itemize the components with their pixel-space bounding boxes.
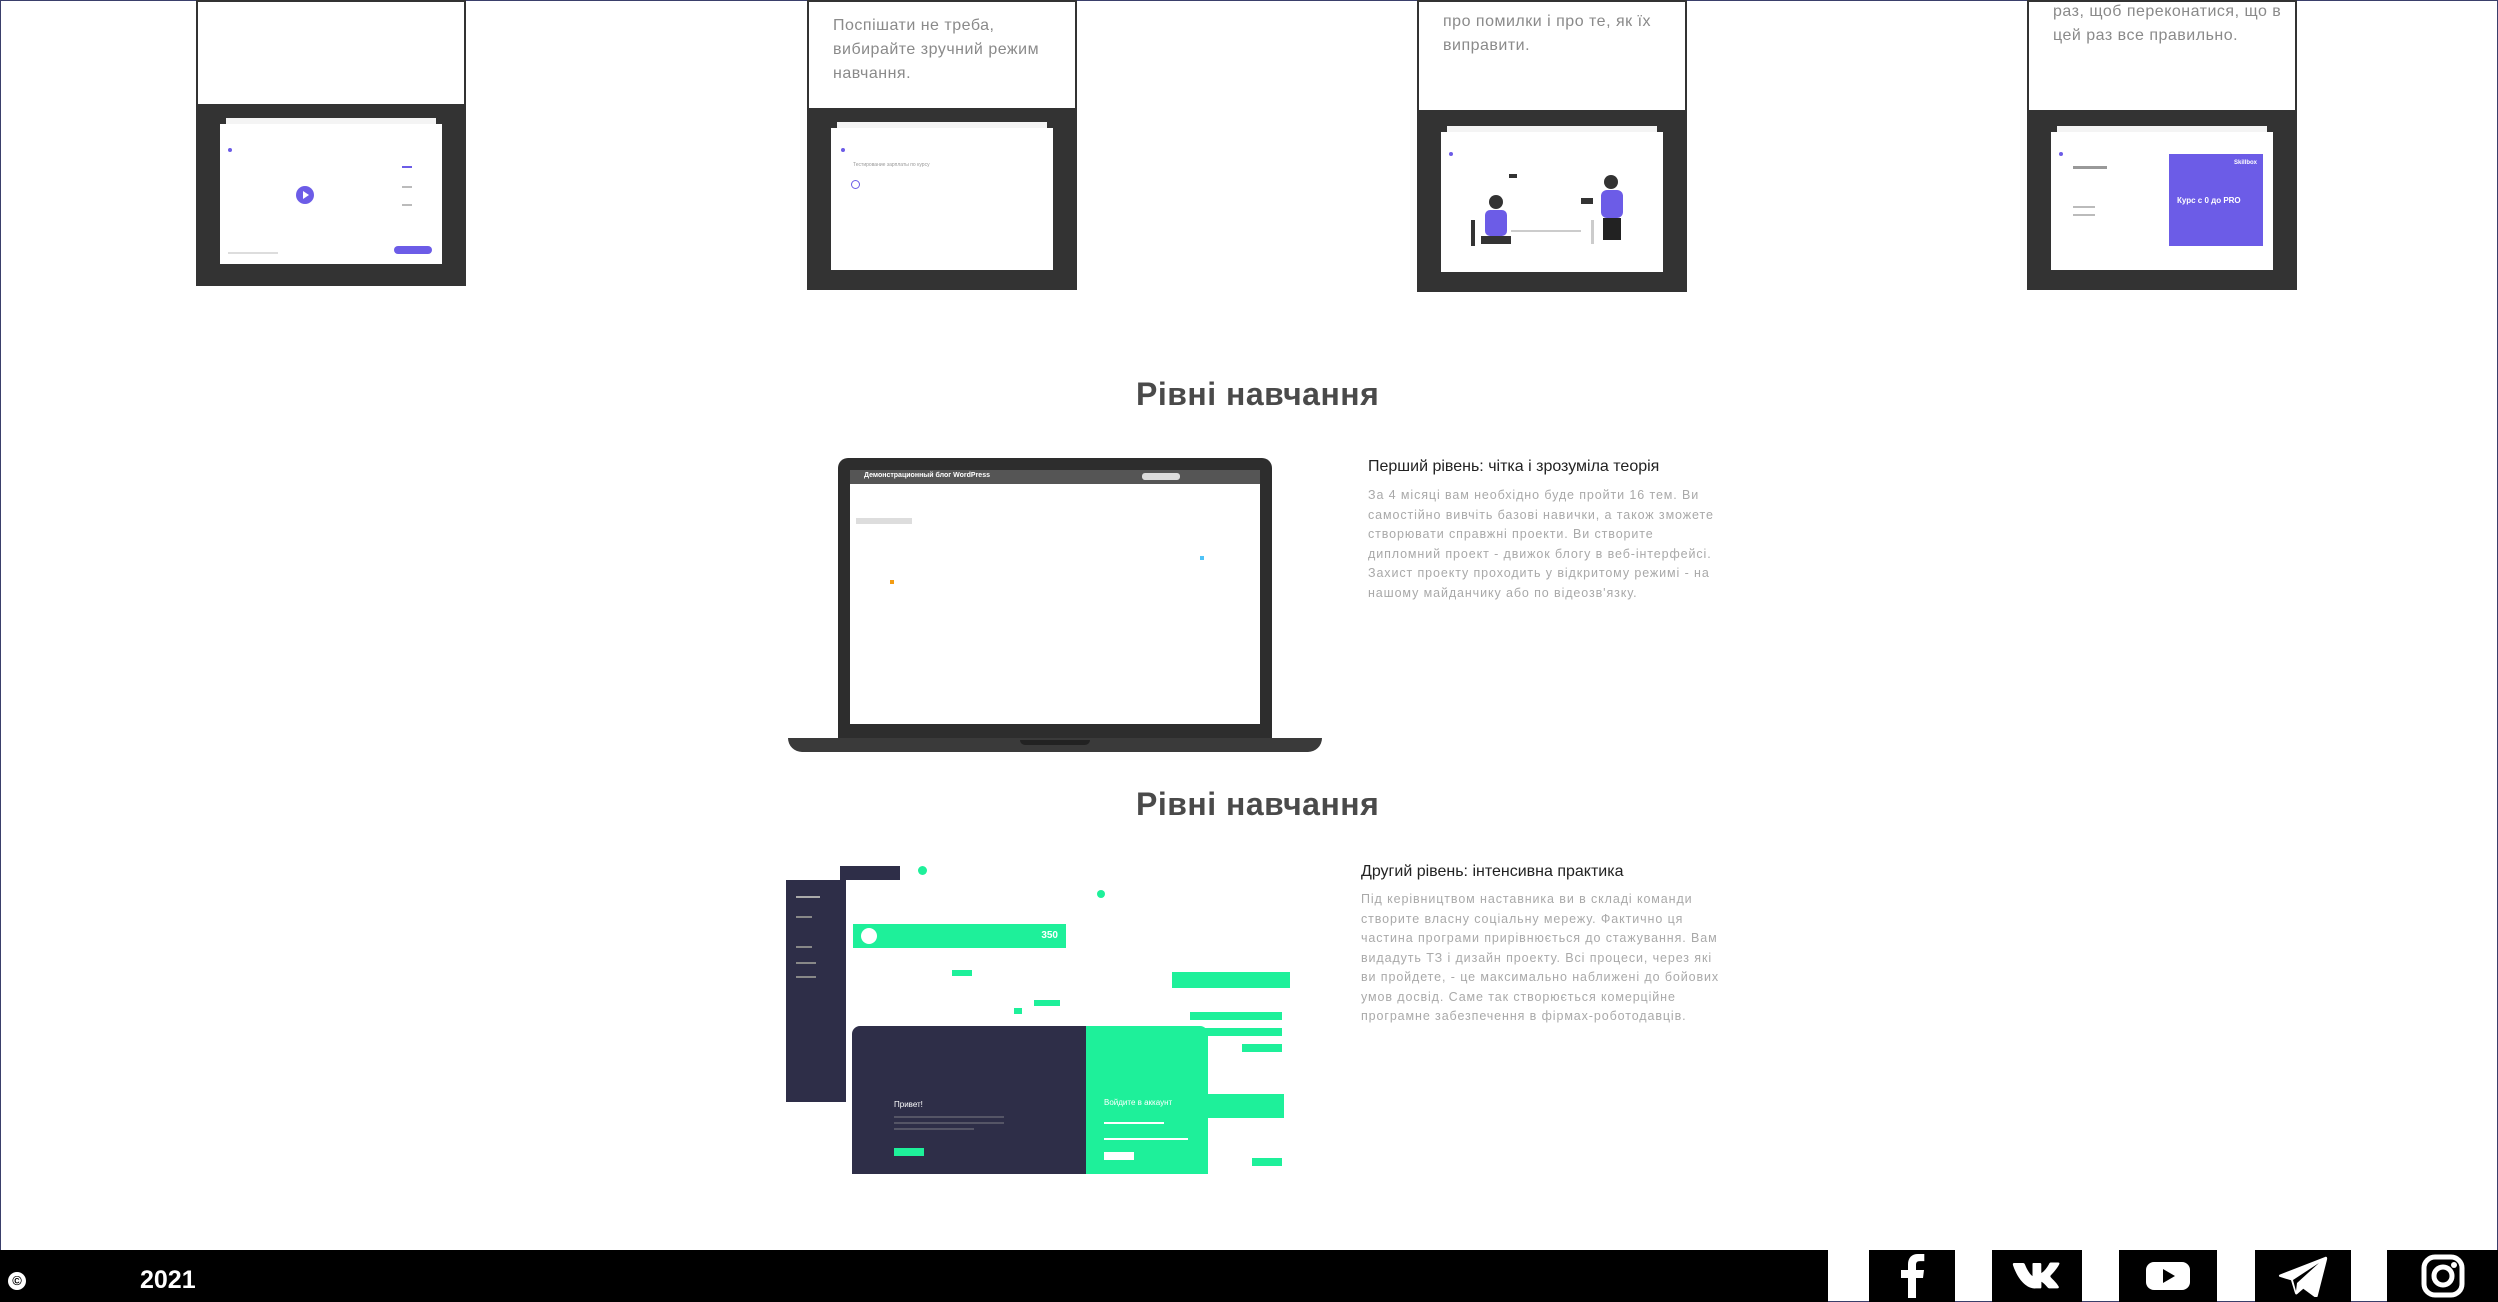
feature-card-1-screenshot: [198, 104, 464, 286]
level-1-body: За 4 місяці вам необхідно буде пройти 16…: [1368, 488, 1714, 600]
play-icon: [296, 186, 314, 204]
laptop-mockup: Демонстрационный блог WordPress: [838, 458, 1272, 738]
mock-blog-title: Демонстрационный блог WordPress: [864, 472, 990, 479]
instagram-icon[interactable]: [2387, 1250, 2498, 1302]
footer-bar: [0, 1250, 1828, 1302]
mock-greeting: Привет!: [894, 1100, 923, 1109]
people-illustration-icon: [1471, 174, 1623, 246]
feature-card-4-text: раз, щоб переконатися, що в цей раз все …: [2053, 3, 2282, 44]
mock-welcome-panel: Привет!: [852, 1026, 1086, 1174]
headphones-icon: [851, 180, 860, 189]
youtube-icon[interactable]: [2119, 1250, 2217, 1302]
mock-login-panel: Войдите в аккаунт: [1086, 1026, 1208, 1174]
feature-card-2: Поспішати не треба, вибирайте зручний ре…: [807, 0, 1077, 290]
mock-profile-banner: 350: [853, 924, 1066, 948]
banner-course: Курс с 0 до PRO: [2177, 196, 2241, 205]
mock-button: [394, 246, 432, 254]
course-banner: Skillbox Курс с 0 до PRO: [2169, 154, 2263, 246]
section-title-2: Рівні навчання: [1136, 786, 1380, 822]
level-2-body: Під керівництвом наставника ви в складі …: [1361, 892, 1720, 1023]
laptop-notch: [1020, 740, 1090, 745]
vk-icon[interactable]: [1992, 1250, 2082, 1302]
mock-register-button: [894, 1148, 924, 1156]
feature-card-4: раз, щоб переконатися, що в цей раз все …: [2027, 0, 2297, 290]
section-title-1: Рівні навчання: [1136, 376, 1380, 412]
feature-card-3-screenshot: [1419, 110, 1685, 292]
feature-card-1: [196, 0, 466, 286]
mock-test-label: Тестирование зарплаты по курсу: [853, 162, 930, 168]
footer-year: 2021: [140, 1266, 196, 1294]
feature-card-4-screenshot: Skillbox Курс с 0 до PRO: [2029, 110, 2295, 290]
copyright-icon: ©: [8, 1272, 26, 1290]
facebook-icon[interactable]: [1869, 1250, 1955, 1302]
feature-card-2-text: Поспішати не треба, вибирайте зручний ре…: [833, 17, 1040, 82]
mock-green-dot-icon: [1097, 890, 1105, 898]
mock-login-button: [1104, 1152, 1134, 1160]
avatar: [861, 928, 877, 944]
feature-card-3-text: про помилки і про те, як їх виправити.: [1443, 13, 1652, 54]
mock-green-dot-icon: [918, 866, 927, 875]
feature-card-2-screenshot: Тестирование зарплаты по курсу: [809, 108, 1075, 290]
banner-brand: Skillbox: [2233, 160, 2257, 166]
mock-login-title: Войдите в аккаунт: [1104, 1098, 1173, 1107]
level-1-heading: Перший рівень: чітка і зрозуміла теорія: [1368, 458, 1660, 475]
telegram-icon[interactable]: [2255, 1250, 2351, 1302]
mock-count: 350: [1041, 930, 1058, 941]
feature-card-3: про помилки і про те, як їх виправити.: [1417, 0, 1687, 292]
level-2-heading: Другий рівень: інтенсивна практика: [1361, 863, 1624, 880]
